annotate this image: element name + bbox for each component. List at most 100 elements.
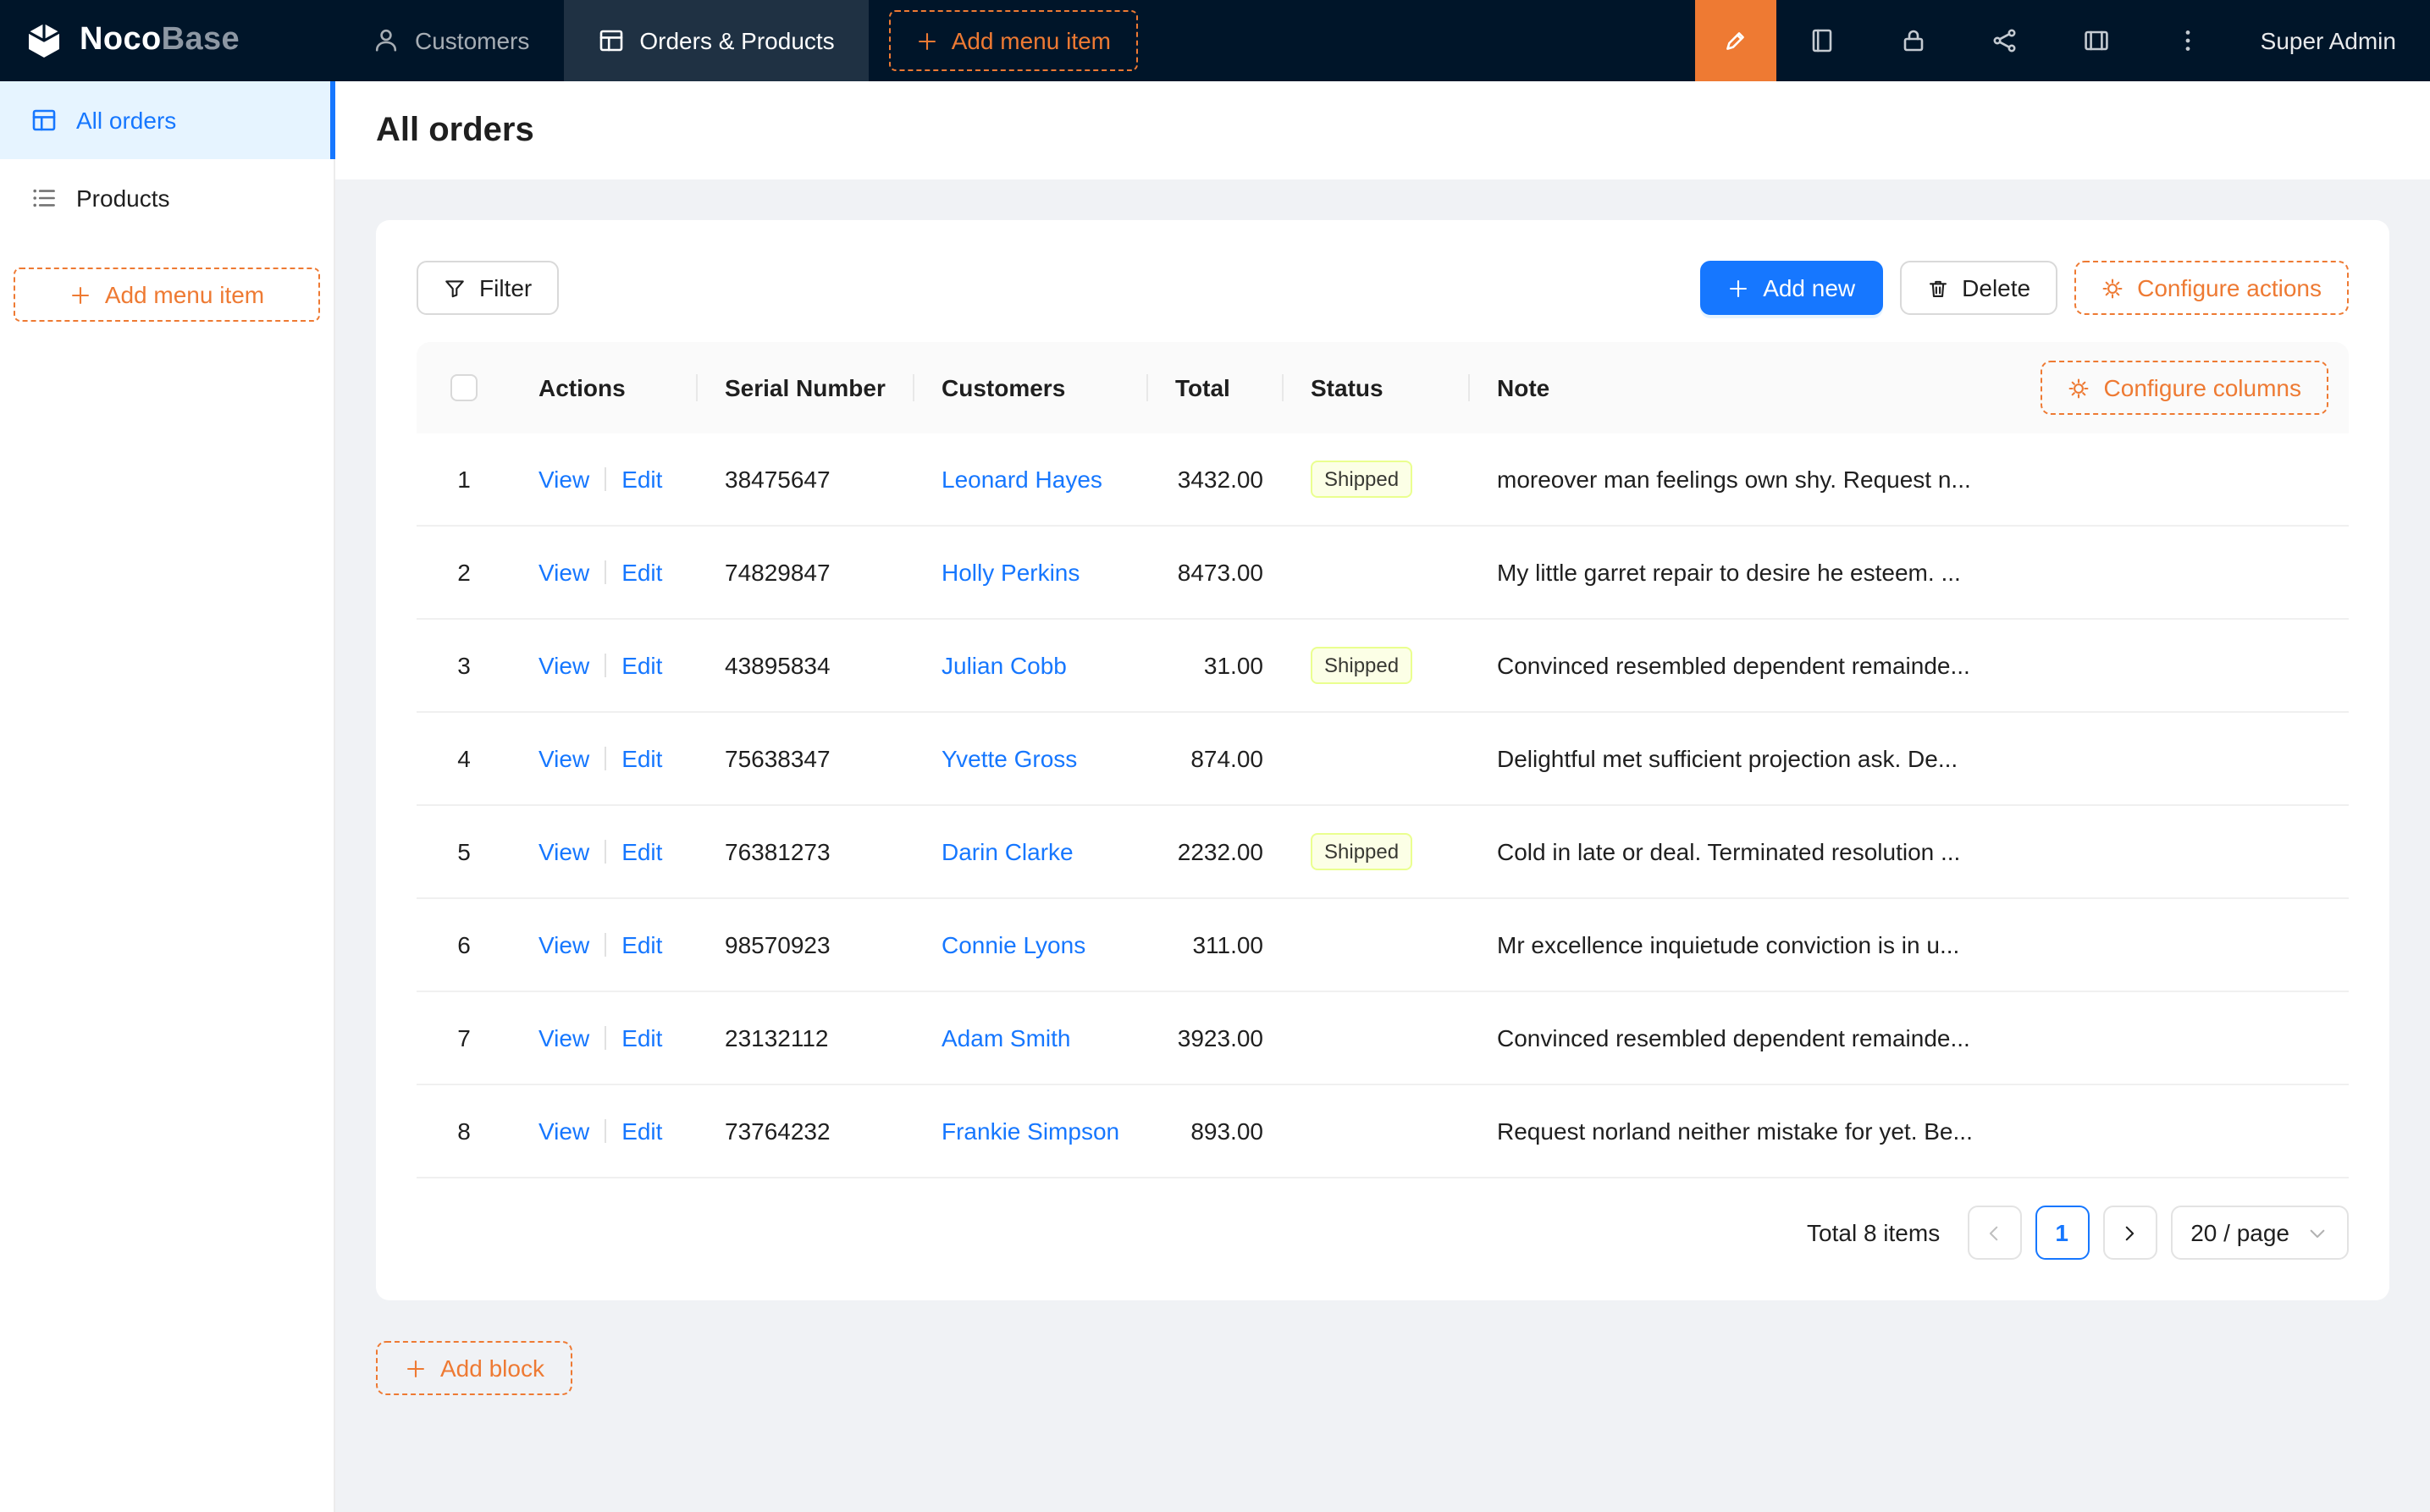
customer-link[interactable]: Darin Clarke	[942, 838, 1074, 865]
table-row: 2 View Edit 74829847 Holly Perkins 8473.0…	[417, 527, 2349, 620]
highlighter-icon	[1722, 27, 1749, 54]
row-actions-cell: View Edit	[511, 559, 698, 586]
add-menu-item-button-top[interactable]: Add menu item	[889, 10, 1138, 71]
page-title: All orders	[376, 111, 534, 150]
view-link[interactable]: View	[538, 838, 589, 865]
api-icon	[1991, 27, 2019, 54]
lock-button[interactable]	[1868, 0, 1959, 81]
view-link[interactable]: View	[538, 745, 589, 772]
row-select-cell[interactable]: 5	[417, 838, 511, 865]
serial-number-cell: 23132112	[698, 1024, 914, 1051]
ui-editor-button[interactable]	[1695, 0, 1776, 81]
customer-cell: Connie Lyons	[914, 931, 1148, 958]
total-cell: 8473.00	[1148, 559, 1284, 586]
row-select-cell[interactable]: 4	[417, 745, 511, 772]
row-index: 8	[457, 1117, 471, 1145]
pagination: Total 8 items 1 20 / page	[417, 1206, 2349, 1260]
prev-page-button[interactable]	[1967, 1206, 2021, 1260]
serial-number-cell: 98570923	[698, 931, 914, 958]
notebook-icon	[1809, 27, 1836, 54]
total-cell: 2232.00	[1148, 838, 1284, 865]
row-select-cell[interactable]: 8	[417, 1117, 511, 1145]
note-cell: Convinced resembled dependent remainde..…	[1470, 1024, 2349, 1051]
row-index: 3	[457, 652, 471, 679]
column-header-status: Status	[1284, 374, 1470, 401]
nav-item-label: Orders & Products	[639, 27, 834, 54]
delete-button[interactable]: Delete	[1899, 261, 2057, 315]
edit-link[interactable]: Edit	[621, 1117, 662, 1145]
add-menu-item-button-sidebar[interactable]: Add menu item	[14, 268, 320, 322]
page-size-select[interactable]: 20 / page	[2170, 1206, 2349, 1260]
edit-link[interactable]: Edit	[621, 559, 662, 586]
view-link[interactable]: View	[538, 1117, 589, 1145]
edit-link[interactable]: Edit	[621, 652, 662, 679]
orders-table: Actions Serial Number Customers Total St…	[417, 342, 2349, 1178]
row-select-cell[interactable]: 1	[417, 466, 511, 493]
note-cell: Delightful met sufficient projection ask…	[1470, 745, 2349, 772]
row-index: 6	[457, 931, 471, 958]
navbar-actions: Super Admin	[1695, 0, 2430, 81]
page-1-button[interactable]: 1	[2035, 1206, 2089, 1260]
edit-link[interactable]: Edit	[621, 1024, 662, 1051]
nav-item-orders-products[interactable]: Orders & Products	[563, 0, 868, 81]
status-cell: Shipped	[1284, 647, 1470, 684]
row-select-cell[interactable]: 6	[417, 931, 511, 958]
customer-link[interactable]: Leonard Hayes	[942, 466, 1102, 493]
customer-link[interactable]: Adam Smith	[942, 1024, 1071, 1051]
status-tag: Shipped	[1311, 833, 1412, 870]
table-body: 1 ViewEdit 38475647 Leonard Hayes 3432.0…	[417, 433, 2349, 1178]
customer-link[interactable]: Frankie Simpson	[942, 1117, 1119, 1145]
view-link[interactable]: View	[538, 652, 589, 679]
sidebar-item-all-orders[interactable]: All orders	[0, 81, 334, 159]
customer-link[interactable]: Julian Cobb	[942, 652, 1067, 679]
edit-link[interactable]: Edit	[621, 745, 662, 772]
status-tag: Shipped	[1311, 461, 1412, 498]
configure-actions-button[interactable]: Configure actions	[2074, 261, 2349, 315]
table-row: 3 ViewEdit 43895834 Julian Cobb 31.00 Sh…	[417, 620, 2349, 713]
configure-columns-button[interactable]: Configure columns	[2041, 361, 2328, 415]
serial-number-cell: 74829847	[698, 559, 914, 586]
action-divider	[605, 654, 606, 677]
more-button[interactable]	[2142, 0, 2234, 81]
view-link[interactable]: View	[538, 1024, 589, 1051]
table-row: 6 ViewEdit 98570923 Connie Lyons 311.00 …	[417, 899, 2349, 992]
row-index: 7	[457, 1024, 471, 1051]
edit-link[interactable]: Edit	[621, 931, 662, 958]
filter-button[interactable]: Filter	[417, 261, 559, 315]
user-menu[interactable]: Super Admin	[2234, 0, 2430, 81]
gear-icon	[2068, 377, 2090, 399]
edit-link[interactable]: Edit	[621, 466, 662, 493]
serial-number-cell: 76381273	[698, 838, 914, 865]
chevron-left-icon	[1983, 1222, 2005, 1244]
row-select-cell[interactable]: 3	[417, 652, 511, 679]
layout-toggle-button[interactable]	[2051, 0, 2142, 81]
view-link[interactable]: View	[538, 466, 589, 493]
total-cell: 31.00	[1148, 652, 1284, 679]
nav-item-customers[interactable]: Customers	[339, 0, 563, 81]
total-cell: 3432.00	[1148, 466, 1284, 493]
customer-link[interactable]: Holly Perkins	[942, 559, 1080, 586]
customer-link[interactable]: Connie Lyons	[942, 931, 1085, 958]
note-cell: Request norland neither mistake for yet.…	[1470, 1117, 2349, 1145]
api-button[interactable]	[1959, 0, 2051, 81]
add-new-button[interactable]: Add new	[1700, 261, 1882, 315]
table-row: 5 View Edit 76381273 Darin Clarke 2232.00…	[417, 806, 2349, 899]
next-page-button[interactable]	[2102, 1206, 2157, 1260]
serial-number-cell: 73764232	[698, 1117, 914, 1145]
select-all-checkbox[interactable]	[450, 374, 478, 401]
row-select-cell[interactable]: 2	[417, 559, 511, 586]
add-block-button[interactable]: Add block	[376, 1341, 573, 1395]
nocobase-logo[interactable]: NocoBase	[0, 0, 339, 81]
edit-link[interactable]: Edit	[621, 838, 662, 865]
row-select-cell[interactable]: 7	[417, 1024, 511, 1051]
customer-link[interactable]: Yvette Gross	[942, 745, 1077, 772]
total-cell: 874.00	[1148, 745, 1284, 772]
view-link[interactable]: View	[538, 559, 589, 586]
plus-icon	[916, 30, 938, 52]
orders-table-icon	[30, 107, 58, 134]
row-actions-cell: View Edit	[511, 745, 698, 772]
view-link[interactable]: View	[538, 931, 589, 958]
action-divider	[605, 840, 606, 864]
sidebar-item-products[interactable]: Products	[0, 159, 334, 237]
notebook-button[interactable]	[1776, 0, 1868, 81]
